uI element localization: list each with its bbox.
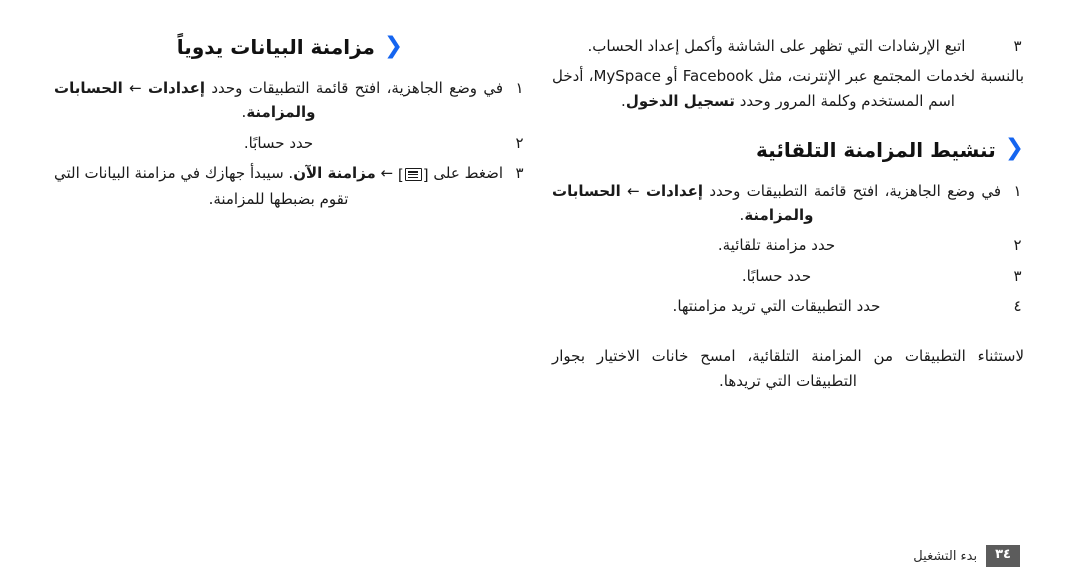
- heading-title: تنشيط المزامنة التلقائية: [756, 137, 996, 162]
- manual-sync-steps: ١ في وضع الجاهزية، افتح قائمة التطبيقات …: [54, 76, 526, 211]
- chevron-left-icon: ❮: [1004, 135, 1024, 162]
- step-number: ٣: [1013, 37, 1022, 55]
- settings-label: إعدادات: [645, 181, 704, 200]
- step-number: ١: [1013, 181, 1022, 200]
- list-item: ١ في وضع الجاهزية، افتح قائمة التطبيقات …: [552, 179, 1024, 228]
- arrow-glyph: ←: [620, 181, 646, 200]
- list-item: ٢ حدد حسابًا.: [54, 131, 526, 155]
- note-text-part1: بالنسبة لخدمات المجتمع عبر الإنترنت، مثل: [753, 67, 1025, 86]
- page-columns: ٣ اتبع الإرشادات التي تظهر على الشاشة وأ…: [54, 34, 1024, 404]
- list-item: ١ في وضع الجاهزية، افتح قائمة التطبيقات …: [54, 76, 526, 125]
- step-number: ٢: [515, 133, 524, 152]
- sync-now-label: مزامنة الآن: [293, 163, 376, 182]
- list-item: ٢ حدد مزامنة تلقائية.: [552, 233, 1024, 257]
- arrow-glyph: ←: [375, 163, 398, 182]
- myspace-brand: MySpace: [593, 67, 661, 86]
- step-text: حدد حسابًا.: [243, 133, 314, 152]
- step-text: في وضع الجاهزية، افتح قائمة التطبيقات وح…: [552, 179, 1001, 228]
- step-text-before: اضغط على: [428, 163, 503, 182]
- right-column: ٣ اتبع الإرشادات التي تظهر على الشاشة وأ…: [552, 34, 1024, 404]
- step-number: ٣: [1013, 266, 1022, 285]
- list-item: ٣ حدد حسابًا.: [552, 264, 1024, 288]
- login-label: تسجيل الدخول: [625, 91, 735, 110]
- step-text: اضغط على [] ← مزامنة الآن. سيبدأ جهازك ف…: [54, 161, 503, 212]
- heading-title: مزامنة البيانات يدوياً: [176, 35, 375, 59]
- section-label: بدء التشغيل: [913, 548, 978, 564]
- step-text-before: في وضع الجاهزية، افتح قائمة التطبيقات وح…: [205, 79, 503, 97]
- step-number: ١: [515, 79, 524, 97]
- arrow-glyph: ←: [122, 79, 148, 97]
- menu-lines-icon: [404, 167, 422, 181]
- step-text: اتبع الإرشادات التي تظهر على الشاشة وأكم…: [587, 37, 966, 55]
- step-number: ٣: [515, 163, 524, 182]
- list-item: ٣ اتبع الإرشادات التي تظهر على الشاشة وأ…: [552, 34, 1024, 58]
- list-item: ٤ حدد التطبيقات التي تريد مزامنتها.: [552, 294, 1024, 318]
- heading-auto-sync: ❮ تنشيط المزامنة التلقائية: [552, 137, 1024, 163]
- exclude-apps-note: لاستثناء التطبيقات من المزامنة التلقائية…: [552, 347, 1024, 390]
- heading-manual-sync: ❮ مزامنة البيانات يدوياً: [54, 34, 526, 60]
- menu-key-icon: []: [397, 165, 429, 184]
- chevron-left-icon: ❮: [383, 32, 404, 59]
- list-item: ٣ اضغط على [] ← مزامنة الآن. سيبدأ جهازك…: [54, 161, 526, 212]
- step-text: حدد التطبيقات التي تريد مزامنتها.: [672, 297, 881, 316]
- auto-sync-steps: ١ في وضع الجاهزية، افتح قائمة التطبيقات …: [552, 179, 1024, 318]
- page-footer: ٣٤ بدء التشغيل: [913, 545, 1020, 567]
- manual-page: ٣ اتبع الإرشادات التي تظهر على الشاشة وأ…: [0, 0, 1080, 586]
- step-text: في وضع الجاهزية، افتح قائمة التطبيقات وح…: [54, 76, 503, 125]
- facebook-brand: Facebook: [682, 67, 754, 86]
- step-number: ٢: [1013, 236, 1022, 255]
- settings-label: إعدادات: [147, 79, 206, 97]
- step-text: حدد حسابًا.: [741, 266, 812, 285]
- online-community-note: بالنسبة لخدمات المجتمع عبر الإنترنت، مثل…: [552, 64, 1024, 113]
- left-column: ❮ مزامنة البيانات يدوياً ١ في وضع الجاهز…: [54, 34, 526, 404]
- page-number-badge: ٣٤: [986, 545, 1020, 567]
- step-text-before: في وضع الجاهزية، افتح قائمة التطبيقات وح…: [703, 181, 1001, 200]
- note-text-part2: أو: [661, 67, 683, 86]
- step-number: ٤: [1013, 297, 1022, 316]
- step-text: حدد مزامنة تلقائية.: [717, 236, 836, 255]
- right-continued-steps: ٣ اتبع الإرشادات التي تظهر على الشاشة وأ…: [552, 34, 1024, 58]
